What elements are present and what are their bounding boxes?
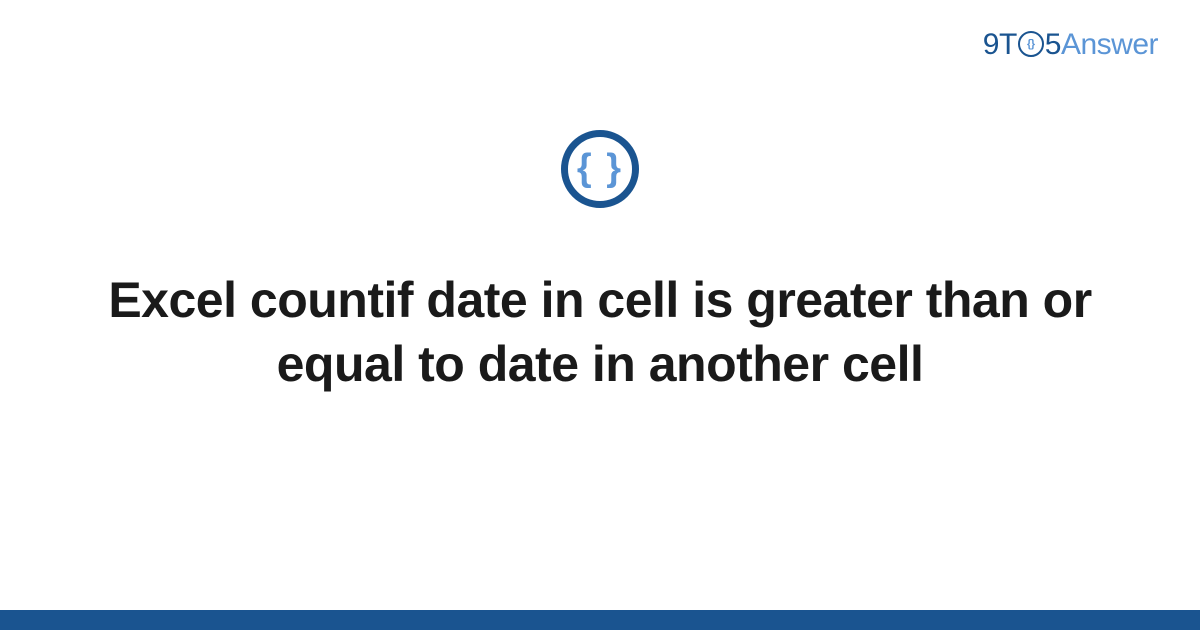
site-logo: 9T5Answer bbox=[983, 28, 1158, 62]
logo-part-5: 5 bbox=[1045, 28, 1061, 61]
footer-accent-bar bbox=[0, 610, 1200, 630]
logo-part-9: 9 bbox=[983, 28, 999, 61]
page-title: Excel countif date in cell is greater th… bbox=[80, 268, 1120, 396]
center-badge-icon: { } bbox=[561, 130, 639, 208]
braces-icon: { } bbox=[577, 149, 623, 187]
logo-part-answer: Answer bbox=[1061, 28, 1158, 61]
logo-o-braces-icon bbox=[1018, 31, 1044, 57]
logo-part-t: T bbox=[999, 28, 1017, 61]
